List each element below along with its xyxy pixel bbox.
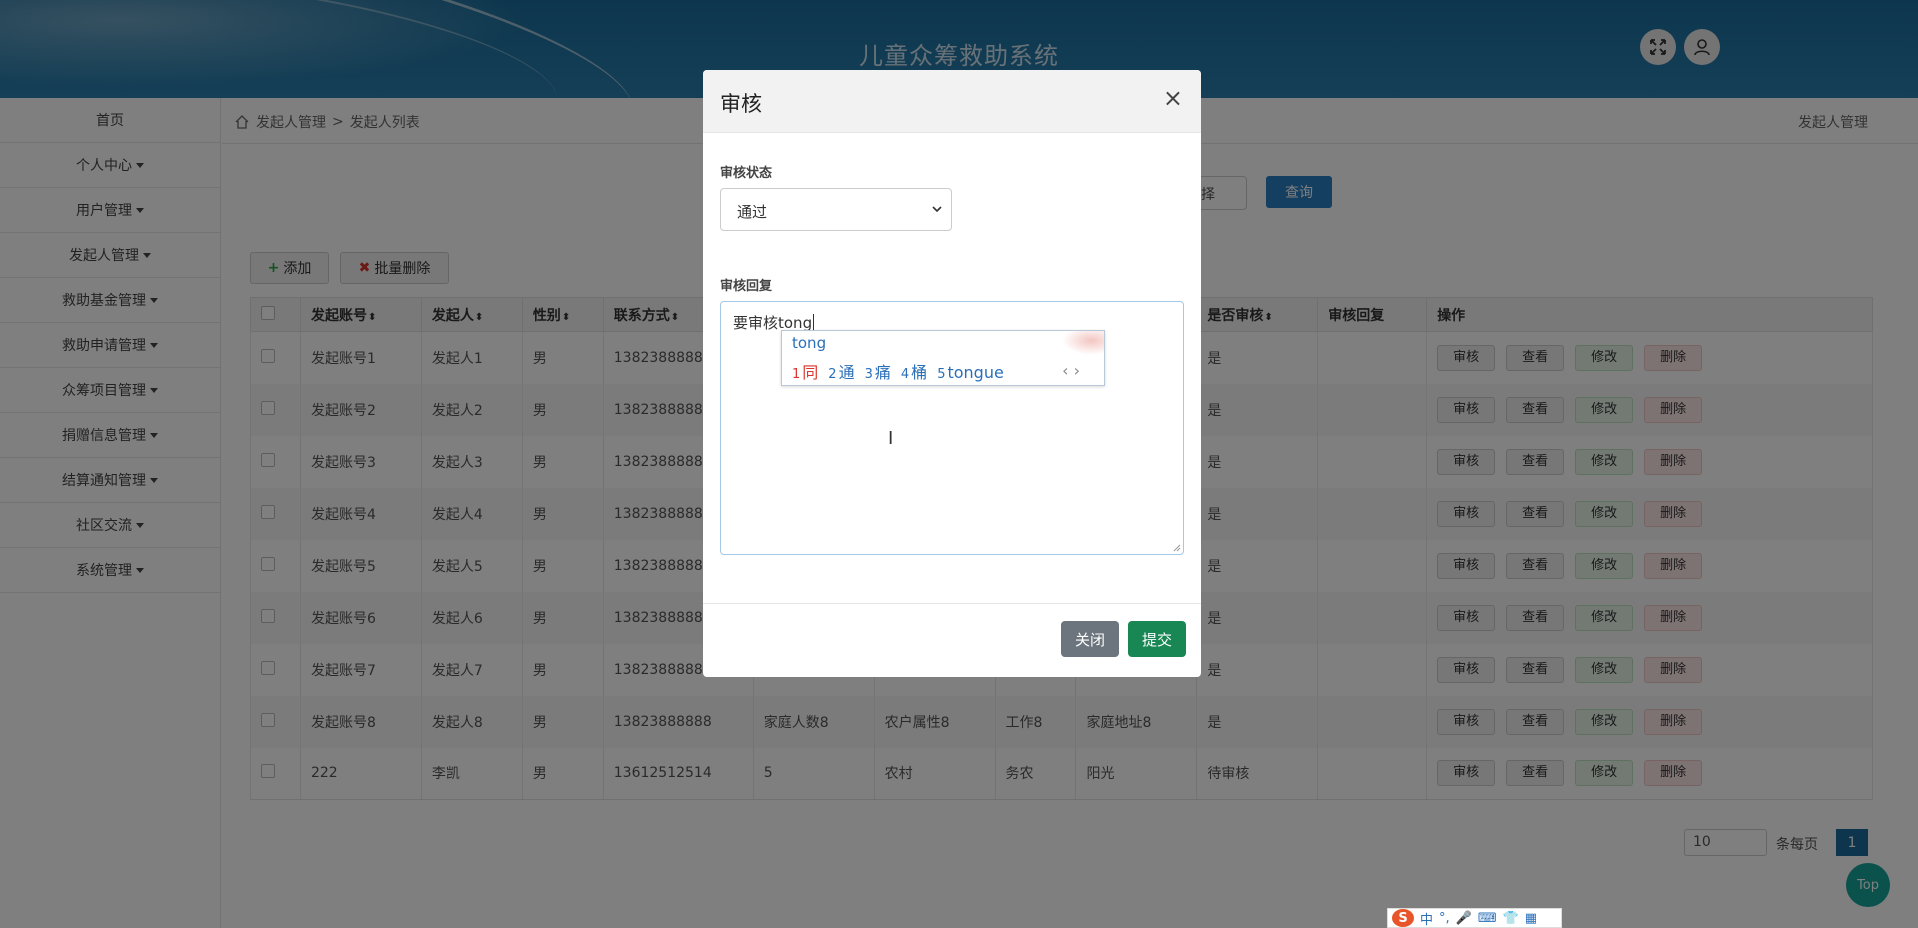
chevron-down-icon	[932, 206, 942, 213]
ime-pinyin: tong	[792, 334, 827, 352]
ime-skin-decoration	[1062, 331, 1104, 355]
review-reply-label: 审核回复	[720, 279, 773, 294]
ime-candidate-text: 通	[838, 363, 855, 382]
close-icon[interactable]: ×	[1163, 86, 1183, 110]
ime-page-arrows[interactable]: ‹ ›	[1062, 361, 1080, 380]
ime-candidate[interactable]: 3痛	[865, 359, 891, 383]
review-status-value: 通过	[737, 203, 768, 221]
ime-candidate[interactable]: 5 tongue	[937, 363, 1004, 382]
dialog-header: 审核 ×	[703, 70, 1201, 133]
dialog-title: 审核	[720, 92, 762, 116]
ime-candidate-number: 5	[937, 367, 946, 382]
dialog-footer	[703, 603, 1201, 677]
ime-candidate-number: 4	[900, 367, 910, 382]
ime-candidate-text: tongue	[947, 363, 1004, 382]
microphone-icon[interactable]: 🎤	[1456, 911, 1472, 926]
ime-candidate-text: 痛	[874, 363, 891, 382]
text-cursor-icon: I	[888, 428, 894, 449]
submit-button[interactable]: 提交	[1128, 621, 1186, 657]
ime-candidate-number: 3	[864, 367, 873, 382]
toolbox-icon[interactable]: ▦	[1525, 911, 1537, 926]
review-dialog: 审核 × 审核状态 通过 审核回复 要审核tong tong 1同2通3痛4桶5…	[703, 70, 1201, 677]
ime-candidate[interactable]: 2通	[828, 359, 854, 383]
sogou-logo-icon[interactable]: S	[1392, 909, 1414, 927]
ime-candidate-popup: tong 1 同 2 通 3 痛 4 桶 5 tongue ‹ ›	[781, 330, 1105, 386]
review-status-label: 审核状态	[720, 166, 773, 181]
punctuation-icon[interactable]: °,	[1439, 911, 1450, 926]
ime-language-toggle[interactable]: 中	[1420, 909, 1433, 928]
ime-candidate[interactable]: 1同	[792, 359, 818, 383]
ime-candidate-text: 同	[802, 363, 819, 382]
ime-candidate-number: 1	[792, 367, 801, 382]
keyboard-icon[interactable]: ⌨	[1478, 911, 1497, 926]
ime-toolbar: S 中 °, 🎤 ⌨ 👕 ▦	[1387, 908, 1562, 928]
resize-handle-icon[interactable]	[1173, 544, 1181, 552]
skin-icon[interactable]: 👕	[1503, 911, 1519, 926]
close-button[interactable]: 关闭	[1061, 621, 1119, 657]
ime-candidate-text: 桶	[911, 363, 928, 382]
ime-candidate-list: 1 同 2 通 3 痛 4 桶 5 tongue	[792, 359, 1004, 383]
review-status-select[interactable]: 通过	[720, 188, 952, 231]
ime-candidate-number: 2	[828, 367, 837, 382]
ime-candidate[interactable]: 4桶	[901, 359, 927, 383]
